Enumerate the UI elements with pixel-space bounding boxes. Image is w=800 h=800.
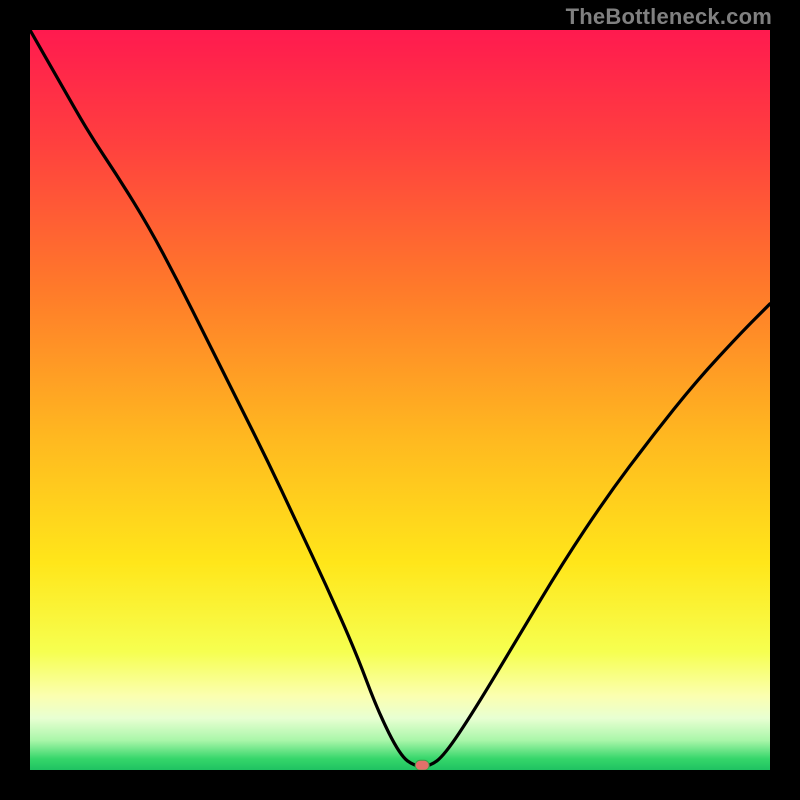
optimal-point-marker — [415, 760, 429, 770]
chart-svg — [30, 30, 770, 770]
chart-background-gradient — [30, 30, 770, 770]
chart-frame: TheBottleneck.com — [0, 0, 800, 800]
watermark-text: TheBottleneck.com — [566, 4, 772, 30]
chart-plot-area — [30, 30, 770, 770]
